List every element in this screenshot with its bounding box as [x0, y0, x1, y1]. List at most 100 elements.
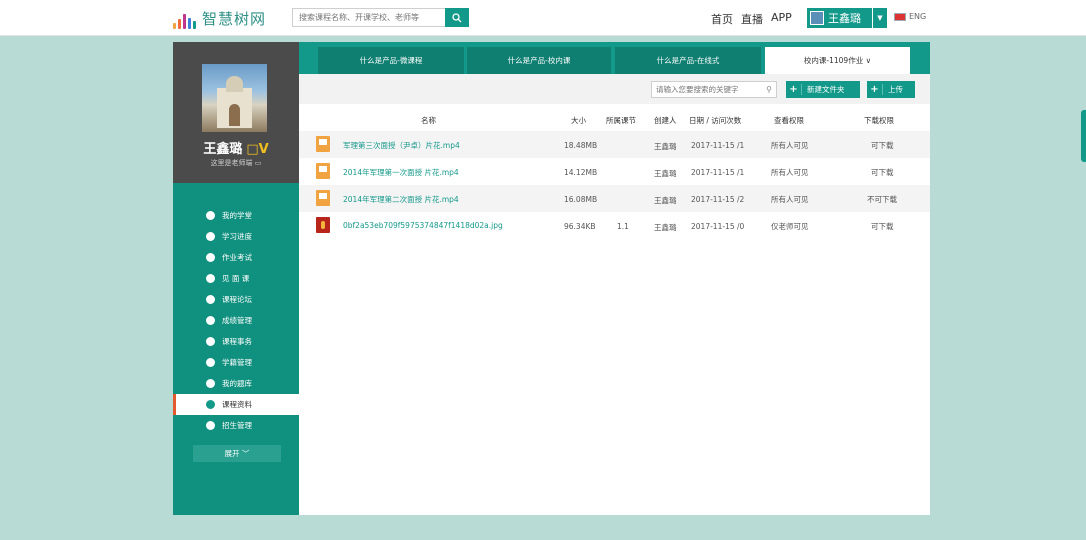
photo-dome	[226, 76, 243, 92]
pen-icon	[206, 253, 215, 262]
column-view-permission: 查看权限	[774, 116, 804, 125]
table-row[interactable]: 2014年军理第二次面授 片花.mp4 16.08MB 王鑫璐 2017-11-…	[299, 185, 930, 212]
check-icon	[206, 316, 215, 325]
view-permission[interactable]: 所有人可见	[771, 167, 809, 178]
site-search	[292, 8, 469, 27]
column-download-permission: 下载权限	[864, 116, 894, 125]
file-creator: 王鑫璐	[654, 196, 677, 205]
avatar	[810, 11, 824, 25]
sidebar-item-my-school[interactable]: 我的学堂	[173, 205, 299, 226]
vip-badge-text: V	[258, 142, 269, 157]
download-permission[interactable]: 可下载	[871, 221, 894, 232]
sidebar-item-label: 作业考试	[222, 253, 252, 262]
table-row[interactable]: 军理第三次面授（尹卓）片花.mp4 18.48MB 王鑫璐 2017-11-15…	[299, 131, 930, 158]
tab-campus-course[interactable]: 什么是产品-校内课	[467, 47, 611, 74]
affairs-icon	[206, 337, 215, 346]
file-date: 2017-11-15 /1	[691, 168, 745, 177]
profile-subtitle-text: 这里是老师端	[210, 159, 253, 167]
sidebar-item-grades[interactable]: 成绩管理	[173, 310, 299, 331]
logo-bar-icon	[183, 14, 186, 29]
nav-app[interactable]: APP	[771, 11, 792, 24]
sidebar-item-admissions[interactable]: 招生管理	[173, 415, 299, 436]
sidebar-menu: 我的学堂 学习进度 作业考试 见 面 课 课程论坛 成绩管理 课程事务 学籍管理…	[173, 205, 299, 436]
nav-live[interactable]: 直播	[741, 11, 763, 27]
file-lesson: 1.1	[617, 222, 629, 231]
profile-card: 王鑫璐 □V 这里是老师端 ▭	[173, 42, 299, 183]
upload-label: 上传	[888, 85, 903, 94]
view-permission[interactable]: 仅老师可见	[771, 221, 809, 232]
table-row[interactable]: 2014年军理第一次面授 片花.mp4 14.12MB 王鑫璐 2017-11-…	[299, 158, 930, 185]
tab-micro-course[interactable]: 什么是产品-微课程	[318, 47, 464, 74]
file-name-link[interactable]: 军理第三次面授（尹卓）片花.mp4	[343, 140, 460, 151]
search-input[interactable]	[293, 9, 443, 26]
sidebar-item-materials[interactable]: 课程资料	[173, 394, 299, 415]
tab-homework-dropdown[interactable]: 校内课-1109作业 ∨	[765, 47, 910, 74]
upload-button[interactable]: + 上传	[867, 81, 915, 98]
chevron-down-icon[interactable]: ▼	[872, 8, 887, 28]
search-button[interactable]	[445, 8, 469, 27]
video-file-icon	[316, 190, 330, 206]
sidebar-item-enrollment-records[interactable]: 学籍管理	[173, 352, 299, 373]
expand-button[interactable]: 展开 ﹀	[193, 445, 281, 462]
keyword-search-input[interactable]	[652, 82, 758, 97]
new-folder-label: 新建文件夹	[807, 85, 845, 94]
view-permission[interactable]: 所有人可见	[771, 194, 809, 205]
table-row[interactable]: 0bf2a53eb709f5975374847f1418d02a.jpg 96.…	[299, 212, 930, 239]
enroll-icon	[206, 421, 215, 430]
profile-name-text: 王鑫璐	[203, 142, 243, 157]
file-name-link[interactable]: 2014年军理第二次面授 片花.mp4	[343, 194, 459, 205]
column-name[interactable]: 名称	[421, 115, 436, 126]
forum-icon	[206, 295, 215, 304]
photo-door	[229, 104, 240, 126]
file-creator: 王鑫璐	[654, 223, 677, 232]
view-permission[interactable]: 所有人可见	[771, 140, 809, 151]
sidebar-item-forum[interactable]: 课程论坛	[173, 289, 299, 310]
file-name-link[interactable]: 0bf2a53eb709f5975374847f1418d02a.jpg	[343, 221, 503, 230]
plus-icon: +	[786, 84, 802, 95]
sidebar-item-label: 学习进度	[222, 232, 252, 241]
tab-online-course[interactable]: 什么是产品-在线式	[615, 47, 761, 74]
profile-name: 王鑫璐 □V	[173, 138, 299, 157]
switch-icon[interactable]: ▭	[255, 159, 262, 167]
download-permission[interactable]: 可下载	[871, 140, 894, 151]
plus-icon: +	[867, 84, 883, 95]
video-file-icon	[316, 136, 330, 152]
column-size[interactable]: 大小	[571, 115, 586, 126]
sidebar-item-meeting[interactable]: 见 面 课	[173, 268, 299, 289]
column-lesson: 所属课节	[606, 116, 636, 125]
sidebar-item-progress[interactable]: 学习进度	[173, 226, 299, 247]
logo-bar-icon	[193, 21, 196, 29]
sidebar-item-label: 成绩管理	[222, 316, 252, 325]
user-menu[interactable]: 王鑫璐 ▼	[807, 8, 887, 28]
column-creator: 创建人	[654, 116, 677, 125]
search-icon	[452, 12, 462, 22]
column-date-visits[interactable]: 日期 / 访问次数	[689, 115, 741, 126]
keyword-search: ⚲	[651, 81, 777, 98]
download-permission[interactable]: 可下载	[871, 167, 894, 178]
language-switch[interactable]: ENG	[894, 12, 926, 21]
sidebar-item-question-bank[interactable]: 我的题库	[173, 373, 299, 394]
download-permission[interactable]: 不可下载	[867, 194, 897, 205]
top-bar: 智慧树网 首页 直播 APP 王鑫璐 ▼ ENG	[0, 0, 1086, 36]
sidebar-item-homework[interactable]: 作业考试	[173, 247, 299, 268]
profile-photo[interactable]	[202, 64, 267, 132]
side-float-handle[interactable]	[1081, 110, 1086, 162]
logo-bar-icon	[188, 18, 191, 29]
language-label: ENG	[909, 12, 927, 21]
sidebar-item-label: 课程事务	[222, 337, 252, 346]
file-name-link[interactable]: 2014年军理第一次面授 片花.mp4	[343, 167, 459, 178]
site-logo[interactable]: 智慧树网	[173, 9, 266, 29]
sidebar-item-label: 我的题库	[222, 379, 252, 388]
file-size: 14.12MB	[564, 168, 598, 177]
sidebar-item-label: 学籍管理	[222, 358, 252, 367]
search-icon[interactable]: ⚲	[766, 85, 772, 94]
user-name: 王鑫璐	[828, 12, 861, 25]
nav-home[interactable]: 首页	[711, 11, 733, 27]
image-file-icon	[316, 217, 330, 233]
file-date: 2017-11-15 /0	[691, 222, 745, 231]
sidebar-item-affairs[interactable]: 课程事务	[173, 331, 299, 352]
logo-text: 智慧树网	[202, 10, 267, 28]
new-folder-button[interactable]: + 新建文件夹	[786, 81, 860, 98]
file-date: 2017-11-15 /2	[691, 195, 745, 204]
progress-icon	[206, 232, 215, 241]
